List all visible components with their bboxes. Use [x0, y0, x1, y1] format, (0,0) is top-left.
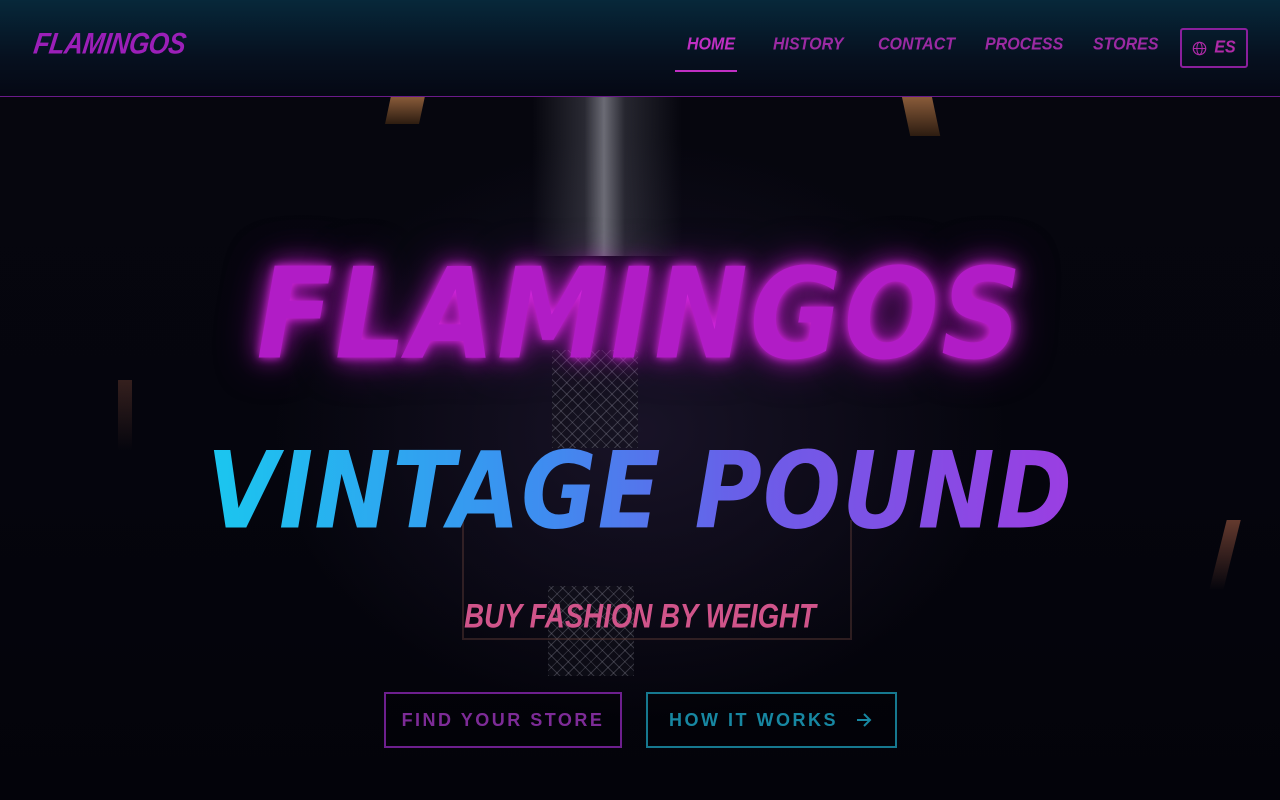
hero-subtitle: VINTAGE POUND: [0, 430, 1280, 553]
ceiling-lamp: [385, 96, 425, 124]
how-it-works-button[interactable]: HOW IT WORKS: [646, 692, 897, 748]
nav-item-home[interactable]: HOME: [687, 35, 735, 55]
nav-item-stores[interactable]: STORES: [1093, 35, 1159, 55]
active-nav-indicator: [675, 70, 737, 72]
hero-background: [0, 0, 1280, 800]
find-store-label: FIND YOUR STORE: [401, 709, 605, 730]
ceiling-lamp: [901, 96, 941, 136]
language-label: ES: [1214, 38, 1236, 57]
how-it-works-label: HOW IT WORKS: [669, 709, 838, 730]
nav-item-contact[interactable]: CONTACT: [878, 35, 955, 55]
arrow-right-icon: [856, 713, 872, 727]
find-store-button[interactable]: FIND YOUR STORE: [384, 692, 622, 748]
globe-icon: [1193, 41, 1207, 55]
brand-logo[interactable]: FLAMINGOS: [31, 26, 188, 62]
hero-tagline: BUY FASHION BY WEIGHT: [464, 597, 816, 636]
hero-title: FLAMINGOS: [256, 242, 1024, 388]
nav-item-history[interactable]: HISTORY: [773, 35, 844, 55]
background-pillar: [532, 96, 682, 256]
hero-subtitle-text: VINTAGE POUND: [206, 429, 1074, 554]
language-switch-button[interactable]: ES: [1180, 28, 1248, 68]
site-header: FLAMINGOS HOME HISTORY CONTACT PROCESS S…: [0, 0, 1280, 97]
nav-item-process[interactable]: PROCESS: [985, 35, 1063, 55]
